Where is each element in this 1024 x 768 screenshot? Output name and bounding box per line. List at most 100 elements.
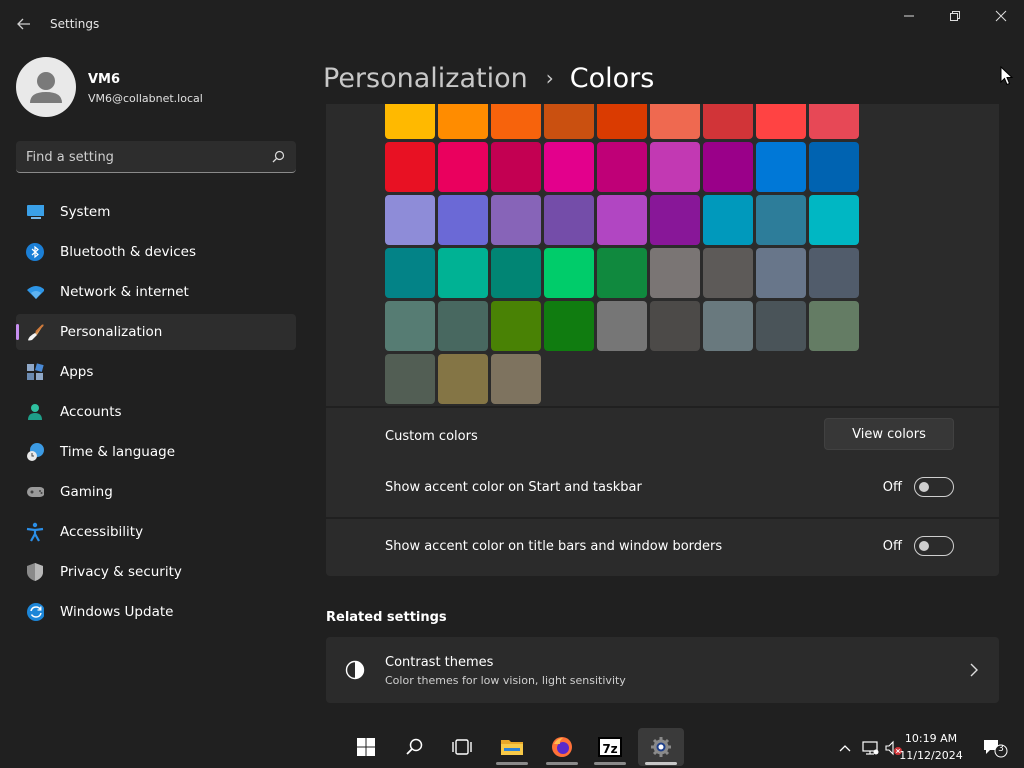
search-icon[interactable] [270, 149, 286, 165]
accent-color-swatch[interactable] [650, 195, 700, 245]
taskbar-clock[interactable]: 10:19 AM 11/12/2024 [896, 730, 966, 764]
start-button[interactable] [346, 728, 386, 766]
related-settings-heading: Related settings [326, 610, 447, 625]
accent-color-swatch[interactable] [385, 195, 435, 245]
accent-titlebars-toggle[interactable] [914, 536, 954, 556]
notification-center-button[interactable]: 3 [982, 738, 1008, 758]
firefox-icon [552, 737, 572, 757]
accent-color-swatch[interactable] [809, 195, 859, 245]
sidebar-item-windows-update[interactable]: Windows Update [16, 594, 296, 630]
sidebar-item-personalization[interactable]: Personalization [16, 314, 296, 350]
7zip-button[interactable]: 7z [590, 728, 630, 766]
accent-color-swatch[interactable] [385, 354, 435, 404]
sidebar-item-label: Privacy & security [60, 564, 182, 580]
contrast-themes-link[interactable]: Contrast themes Color themes for low vis… [326, 637, 999, 703]
accent-color-swatch[interactable] [597, 195, 647, 245]
sidebar-item-accessibility[interactable]: Accessibility [16, 514, 296, 550]
sidebar-item-time-language[interactable]: Time & language [16, 434, 296, 470]
accent-color-swatch[interactable] [491, 104, 541, 139]
accent-color-swatch[interactable] [491, 354, 541, 404]
sidebar-item-bluetooth[interactable]: Bluetooth & devices [16, 234, 296, 270]
taskbar-search-button[interactable] [394, 728, 434, 766]
search-icon [406, 738, 423, 755]
accent-color-swatch[interactable] [544, 195, 594, 245]
chevron-right-icon [970, 663, 978, 677]
accent-color-swatch[interactable] [385, 104, 435, 139]
accent-color-swatch[interactable] [809, 301, 859, 351]
taskbar: 7z 10:19 AM 11/12/2024 3 [0, 726, 1024, 768]
update-icon [26, 603, 44, 621]
accent-color-swatch[interactable] [756, 104, 806, 139]
breadcrumb-separator-icon: › [545, 66, 554, 90]
accent-color-swatch[interactable] [438, 248, 488, 298]
accent-start-taskbar-toggle[interactable] [914, 477, 954, 497]
accent-color-swatch[interactable] [809, 248, 859, 298]
accent-color-swatch[interactable] [703, 248, 753, 298]
file-explorer-button[interactable] [492, 728, 532, 766]
accent-color-swatch[interactable] [650, 104, 700, 139]
sidebar-item-network[interactable]: Network & internet [16, 274, 296, 310]
sidebar-item-label: Personalization [60, 324, 163, 340]
accent-color-swatch[interactable] [385, 142, 435, 192]
profile-email: VM6@collabnet.local [88, 92, 203, 105]
view-colors-button[interactable]: View colors [824, 418, 954, 450]
breadcrumb-parent[interactable]: Personalization [323, 63, 528, 94]
show-hidden-icons-button[interactable] [838, 738, 852, 758]
accent-color-swatch[interactable] [756, 248, 806, 298]
accent-color-swatch[interactable] [703, 104, 753, 139]
accent-color-swatch[interactable] [438, 354, 488, 404]
firefox-button[interactable] [542, 728, 582, 766]
accent-color-swatch[interactable] [756, 142, 806, 192]
accent-color-swatch[interactable] [491, 301, 541, 351]
accent-color-swatch[interactable] [491, 195, 541, 245]
accent-color-swatch[interactable] [385, 248, 435, 298]
search-input[interactable] [26, 147, 266, 167]
accent-color-swatch[interactable] [650, 142, 700, 192]
accent-color-swatch[interactable] [597, 248, 647, 298]
sidebar-item-gaming[interactable]: Gaming [16, 474, 296, 510]
accent-color-swatch[interactable] [544, 248, 594, 298]
accent-color-swatch[interactable] [438, 195, 488, 245]
sidebar-item-apps[interactable]: Apps [16, 354, 296, 390]
accent-color-swatch[interactable] [385, 301, 435, 351]
accent-color-swatch[interactable] [809, 142, 859, 192]
avatar[interactable] [16, 57, 76, 117]
accent-color-swatch[interactable] [544, 301, 594, 351]
accent-color-swatch[interactable] [491, 142, 541, 192]
accent-color-swatch[interactable] [703, 195, 753, 245]
accent-color-swatch[interactable] [597, 301, 647, 351]
accent-color-swatch[interactable] [809, 104, 859, 139]
accent-color-swatch[interactable] [544, 104, 594, 139]
accent-color-swatch[interactable] [703, 301, 753, 351]
close-button[interactable] [978, 0, 1024, 32]
sidebar-item-label: Accessibility [60, 524, 144, 540]
sidebar-item-privacy[interactable]: Privacy & security [16, 554, 296, 590]
search-box[interactable] [16, 141, 296, 173]
minimize-button[interactable] [886, 0, 932, 32]
accent-color-swatch[interactable] [597, 104, 647, 139]
back-arrow-icon [17, 18, 30, 30]
accent-color-swatch[interactable] [438, 301, 488, 351]
accent-color-swatch[interactable] [491, 248, 541, 298]
accent-color-swatch[interactable] [597, 142, 647, 192]
accent-color-swatch[interactable] [650, 248, 700, 298]
accent-color-swatch[interactable] [756, 195, 806, 245]
running-indicator [496, 762, 528, 765]
accent-color-swatch[interactable] [438, 142, 488, 192]
accent-color-swatch[interactable] [544, 142, 594, 192]
accent-color-swatch[interactable] [438, 104, 488, 139]
shield-icon [26, 563, 44, 581]
accessibility-icon [26, 522, 44, 542]
restore-button[interactable] [932, 0, 978, 32]
sidebar-item-accounts[interactable]: Accounts [16, 394, 296, 430]
accent-color-swatch[interactable] [756, 301, 806, 351]
back-button[interactable] [12, 12, 36, 36]
settings-taskbar-button[interactable] [638, 728, 684, 766]
network-tray-button[interactable] [862, 738, 880, 758]
time-language-icon [26, 443, 44, 461]
task-view-button[interactable] [442, 728, 482, 766]
sidebar-item-system[interactable]: System [16, 194, 296, 230]
accent-color-swatch[interactable] [703, 142, 753, 192]
7zip-icon: 7z [598, 737, 622, 757]
accent-color-swatch[interactable] [650, 301, 700, 351]
